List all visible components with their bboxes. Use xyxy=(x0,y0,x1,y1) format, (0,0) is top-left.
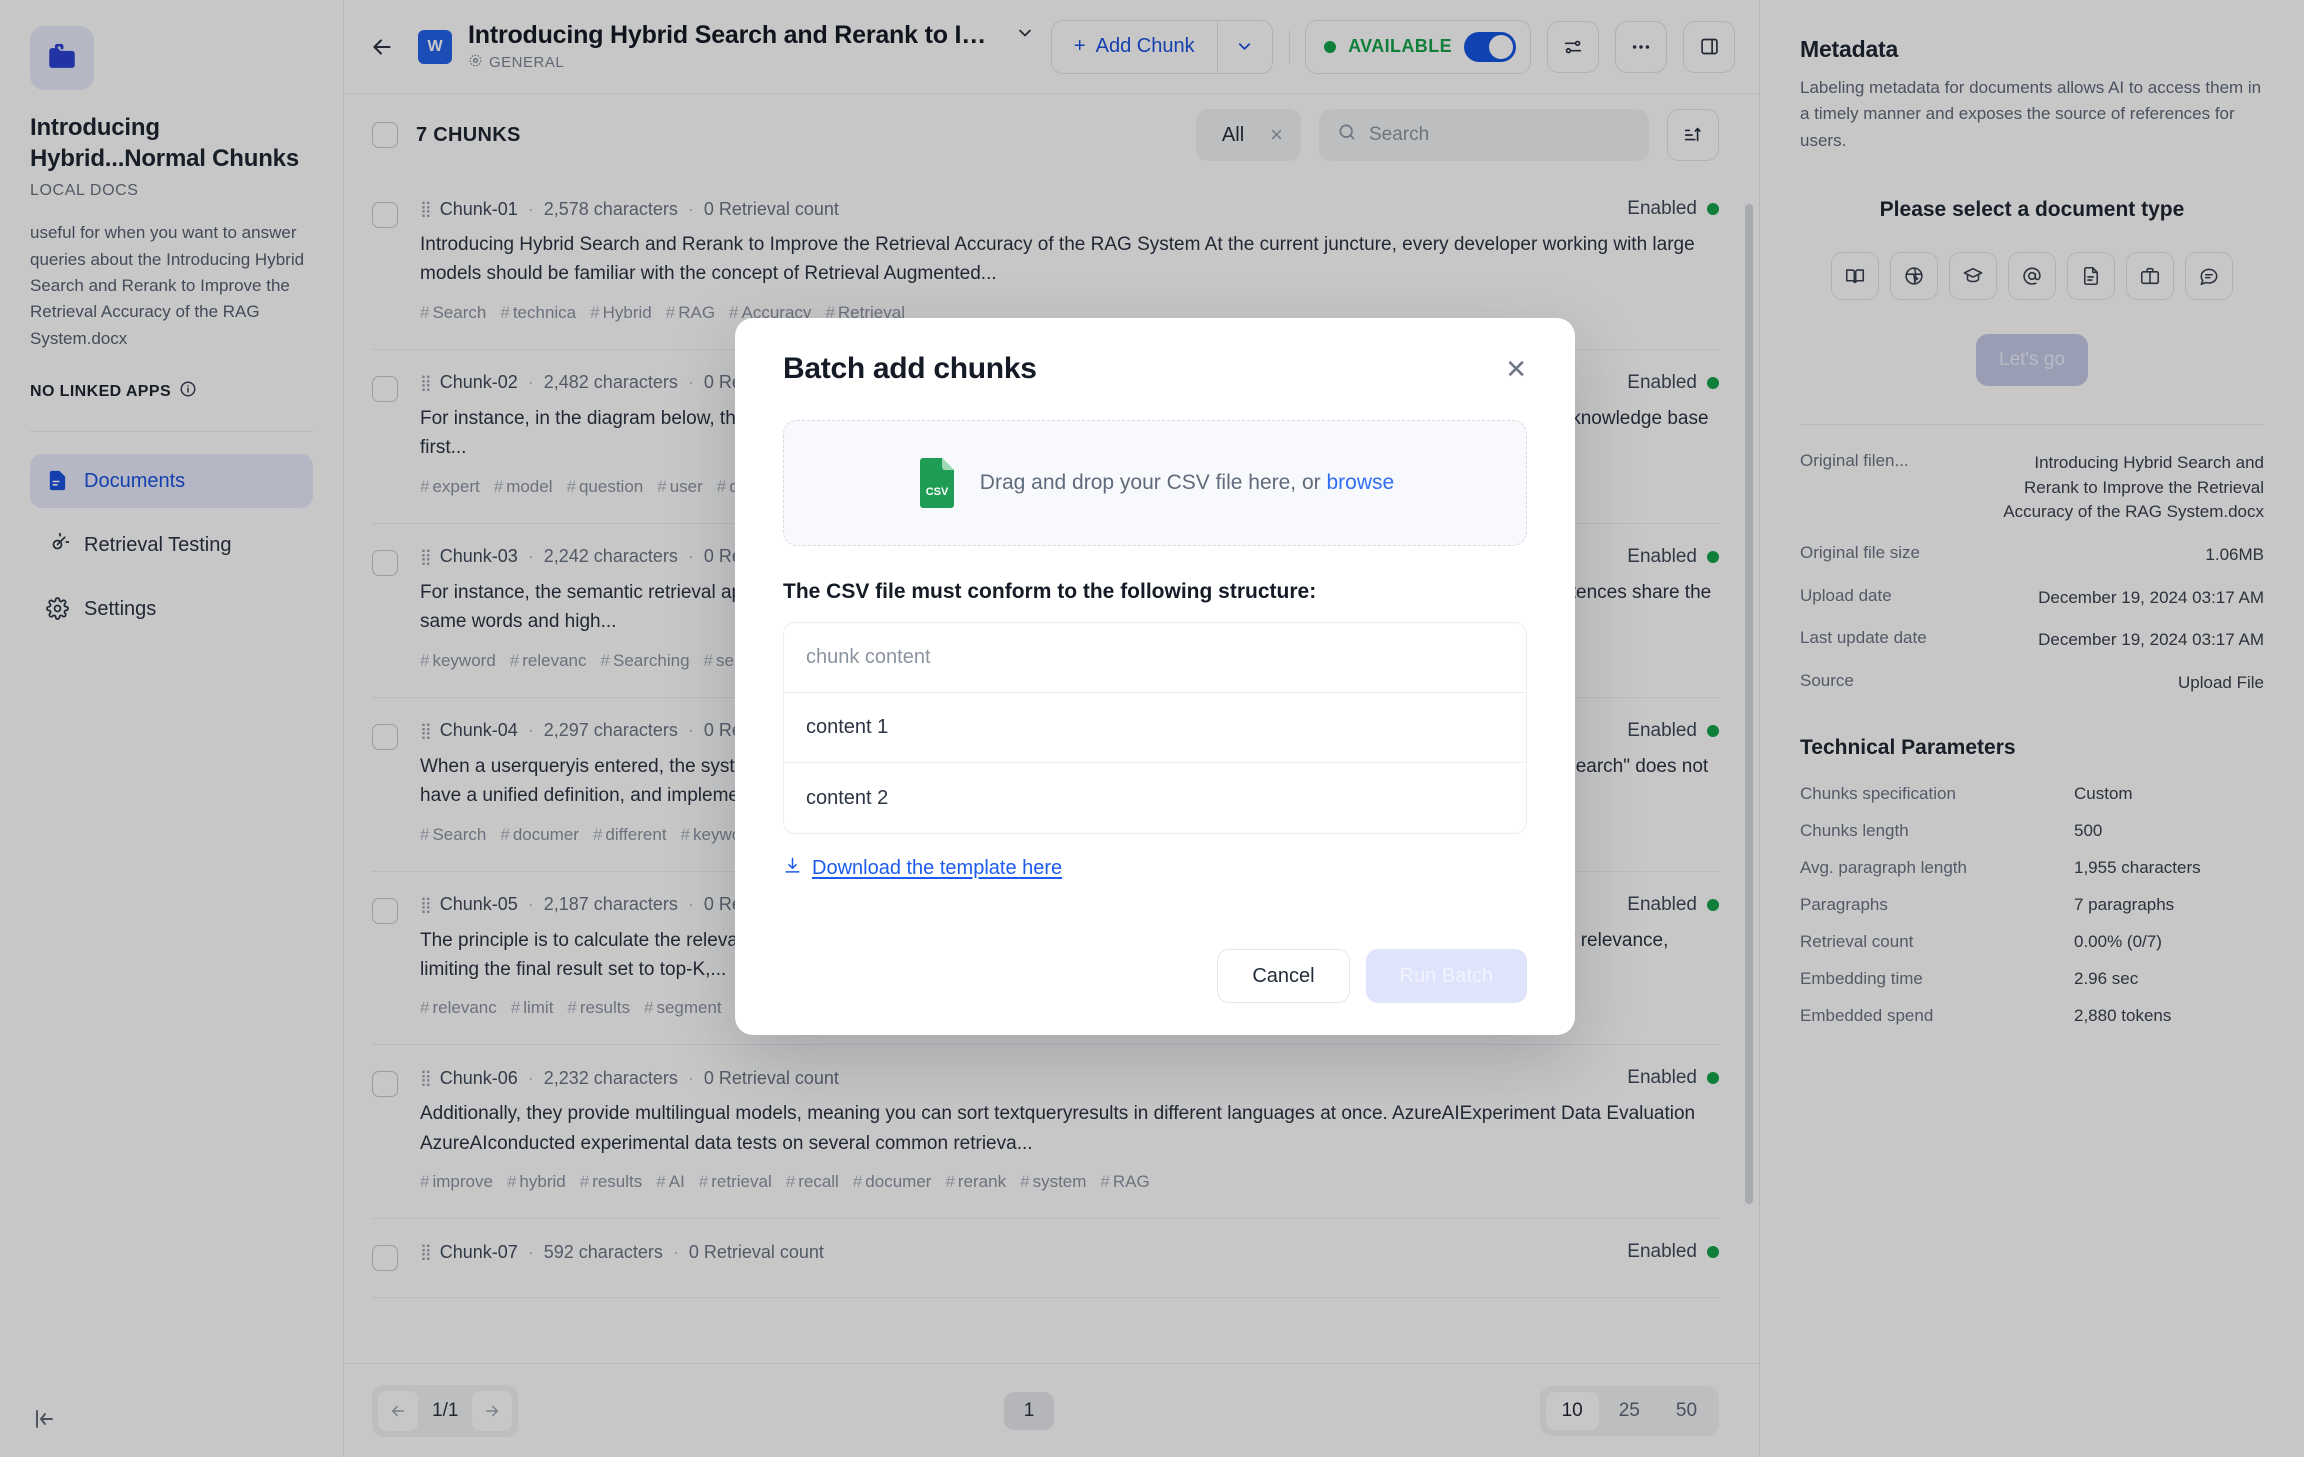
modal-layer: Batch add chunks ✕ CSV Drag and drop you… xyxy=(0,0,2304,1457)
run-batch-button: Run Batch xyxy=(1366,949,1527,1003)
batch-add-chunks-dialog: Batch add chunks ✕ CSV Drag and drop you… xyxy=(735,318,1575,1035)
browse-link[interactable]: browse xyxy=(1326,471,1394,494)
modal-title: Batch add chunks xyxy=(783,352,1037,386)
dropzone-label: Drag and drop your CSV file here, or xyxy=(980,471,1327,494)
close-icon[interactable]: ✕ xyxy=(1505,356,1527,382)
download-template-link[interactable]: Download the template here xyxy=(783,856,1527,881)
dropzone-text: Drag and drop your CSV file here, or bro… xyxy=(980,471,1394,495)
download-template-label: Download the template here xyxy=(812,857,1062,880)
modal-header: Batch add chunks ✕ xyxy=(783,352,1527,386)
modal-footer: Cancel Run Batch xyxy=(783,949,1527,1003)
cancel-button[interactable]: Cancel xyxy=(1217,949,1349,1003)
csv-table-header: chunk content xyxy=(784,623,1526,693)
csv-table-row: content 2 xyxy=(784,763,1526,833)
csv-structure-table: chunk content content 1 content 2 xyxy=(783,622,1527,834)
csv-file-icon: CSV xyxy=(916,457,958,509)
csv-structure-label: The CSV file must conform to the followi… xyxy=(783,580,1527,604)
csv-table-row: content 1 xyxy=(784,693,1526,763)
csv-dropzone[interactable]: CSV Drag and drop your CSV file here, or… xyxy=(783,420,1527,546)
download-icon xyxy=(783,856,802,881)
svg-text:CSV: CSV xyxy=(925,486,948,498)
